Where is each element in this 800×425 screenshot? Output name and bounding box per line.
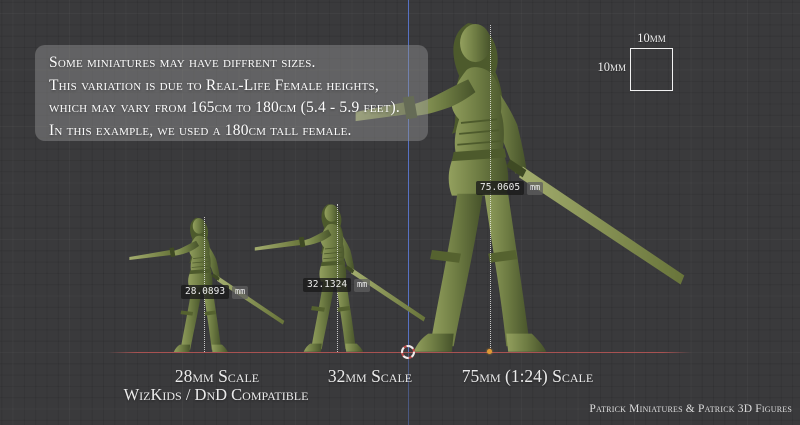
- info-box: Some miniatures may have diffrent sizes.…: [35, 45, 428, 141]
- info-line: which may vary from 165cm to 180cm (5.4 …: [49, 97, 414, 120]
- 3d-viewport[interactable]: 28.0893 mm 32.1324 mm 75.0605 mm Some mi…: [0, 0, 800, 425]
- measurement-value: 75.0605: [476, 181, 524, 195]
- caption-28mm-compatibility: WizKids / DnD Compatible: [96, 385, 336, 405]
- measurement-label-75mm: 75.0605 mm: [476, 181, 543, 195]
- scale-reference-top-label: 10mm: [630, 31, 673, 46]
- object-origin-dot: [487, 349, 492, 354]
- info-line: This variation is due to Real-Life Femal…: [49, 75, 414, 98]
- measurement-value: 32.1324: [303, 278, 351, 292]
- info-line: Some miniatures may have diffrent sizes.: [49, 52, 414, 75]
- measurement-label-28mm: 28.0893 mm: [181, 285, 248, 299]
- measurement-label-32mm: 32.1324 mm: [303, 278, 370, 292]
- 3d-cursor-icon[interactable]: [401, 345, 415, 359]
- measurement-unit: mm: [354, 279, 370, 292]
- scale-reference-side-label: 10mm: [596, 60, 626, 75]
- measurement-unit: mm: [527, 182, 543, 195]
- measurement-unit: mm: [232, 286, 248, 299]
- credit-text: Patrick Miniatures & Patrick 3D Figures: [589, 403, 792, 415]
- info-line: In this example, we used a 180cm tall fe…: [49, 120, 414, 143]
- 3d-cursor-white-ring: [401, 345, 415, 359]
- caption-32mm-scale: 32mm Scale: [290, 366, 450, 387]
- measurement-value: 28.0893: [181, 285, 229, 299]
- scale-reference-square: [630, 48, 673, 91]
- caption-28mm-scale: 28mm Scale: [137, 366, 297, 387]
- caption-75mm-scale: 75mm (1:24) Scale: [445, 366, 610, 387]
